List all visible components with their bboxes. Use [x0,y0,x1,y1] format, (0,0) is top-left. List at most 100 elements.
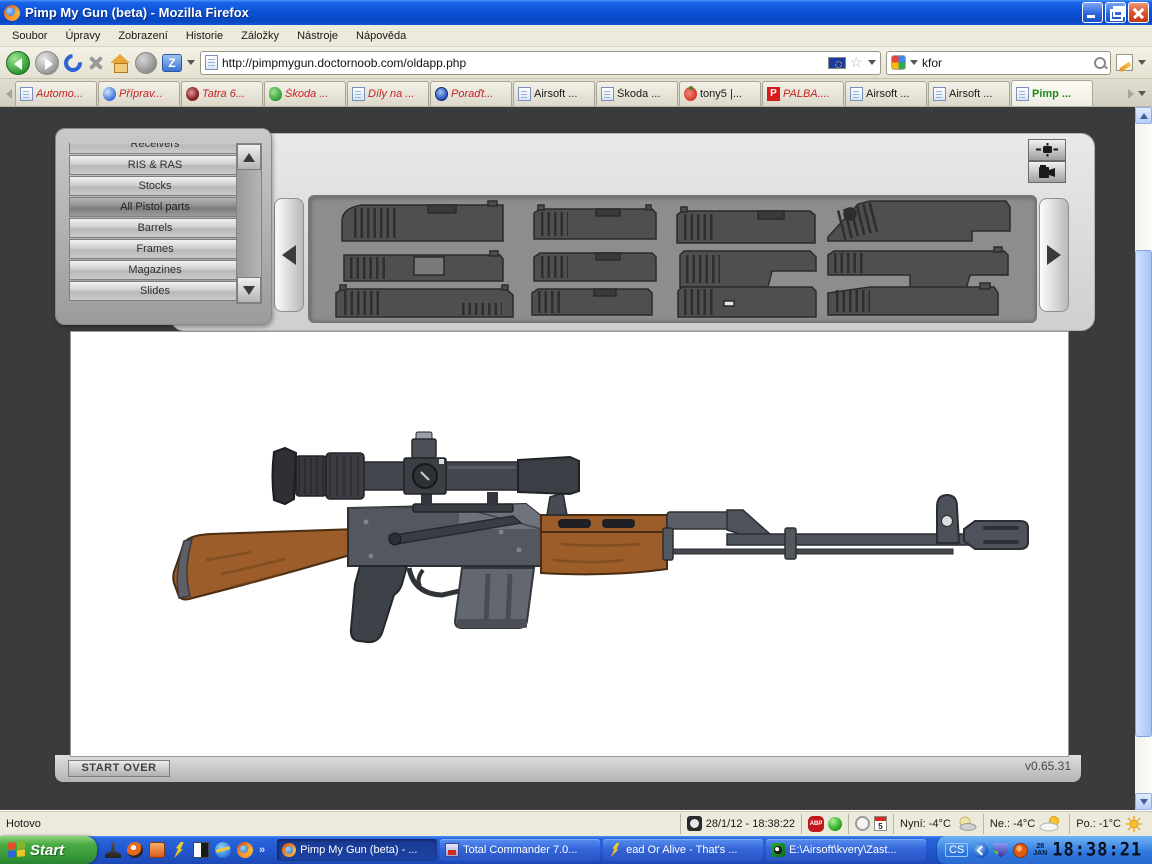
menu-nastroje[interactable]: Nástroje [289,27,346,45]
status-green-icon[interactable] [828,817,842,831]
category-receivers[interactable]: Receivers [69,143,241,154]
minimize-button[interactable] [1082,2,1103,23]
part-thumb-slide[interactable] [678,287,816,317]
category-scroll-down-button[interactable] [237,277,261,303]
start-over-button[interactable]: START OVER [68,760,170,777]
firefox-quicklaunch-icon[interactable] [237,842,253,858]
menu-zalozky[interactable]: Záložky [233,27,287,45]
rifle-barrel[interactable] [663,510,973,560]
center-view-button[interactable] [1028,139,1066,161]
snapshot-button[interactable] [1028,161,1066,183]
part-thumb-slide[interactable] [534,205,656,239]
category-all-pistol-parts[interactable]: All Pistol parts [69,197,241,217]
weather-now[interactable]: Nyní: -4°C [893,814,983,834]
part-thumb-slide[interactable] [677,207,815,243]
tab-skoda-1[interactable]: Škoda ... [264,81,346,106]
part-thumb-slide[interactable] [534,253,656,281]
tab-automo[interactable]: Automo... [15,81,97,106]
taskbtn-irfanview[interactable]: E:\Airsoft\kvery\Zast... [766,839,926,861]
rifle-stock[interactable] [173,529,357,599]
category-stocks[interactable]: Stocks [69,176,241,196]
tool-icon[interactable] [105,842,121,858]
zotero-icon[interactable]: Z [162,54,182,72]
close-button[interactable] [1128,2,1149,23]
bookmark-star-icon[interactable] [850,56,864,70]
tab-tatra[interactable]: Tatra 6... [181,81,263,106]
extension-icon[interactable] [135,52,157,74]
quick-launch-overflow[interactable]: » [259,844,265,856]
tab-airsoft-3[interactable]: Airsoft ... [928,81,1010,106]
tab-airsoft-1[interactable]: Airsoft ... [513,81,595,106]
tray-blue-icon[interactable] [973,843,988,858]
search-input[interactable] [922,56,1090,70]
search-engine-dropdown-icon[interactable] [910,60,918,69]
weather-monday[interactable]: Po.: -1°C [1069,814,1149,834]
rifle-assembly[interactable] [71,332,1068,756]
rifle-scope[interactable] [273,432,580,512]
stop-button[interactable] [87,54,105,72]
part-thumb-slide[interactable] [828,201,1010,241]
tab-dily[interactable]: Díly na ... [347,81,429,106]
adblock-icon[interactable]: ABP [808,816,824,832]
tray-avast-icon[interactable] [1013,843,1028,858]
tab-poradte[interactable]: Poraďt... [430,81,512,106]
page-scrollbar[interactable] [1135,107,1152,810]
part-thumb-slide[interactable] [336,285,513,317]
parts-scroll-right-button[interactable] [1039,198,1069,312]
part-thumb-slide[interactable] [680,251,816,287]
rifle-receiver[interactable] [348,504,541,566]
part-thumb-slide[interactable] [532,289,652,315]
search-magnifier-icon[interactable] [1094,57,1106,69]
category-ris-ras[interactable]: RIS & RAS [69,155,241,175]
search-bar[interactable] [886,51,1111,75]
google-icon[interactable] [891,55,906,70]
part-thumb-slide[interactable] [828,283,998,315]
reload-button[interactable] [60,50,85,75]
timer-icon[interactable] [855,816,870,831]
restore-button[interactable] [1105,2,1126,23]
rifle-grip[interactable] [351,566,407,642]
statusbar-clock-panel[interactable]: 28/1/12 - 18:38:22 [680,814,801,834]
media-player-icon[interactable] [127,842,143,858]
category-slides[interactable]: Slides [69,281,241,301]
notepad-icon[interactable] [193,842,209,858]
menu-napoveda[interactable]: Nápověda [348,27,414,45]
scroll-up-button[interactable] [1135,107,1152,124]
scrollbar-thumb[interactable] [1135,250,1152,737]
notes-extension-icon[interactable] [1116,54,1133,71]
menu-zobrazeni[interactable]: Zobrazení [110,27,176,45]
tab-priprav[interactable]: Příprav... [98,81,180,106]
url-dropdown-icon[interactable] [868,60,876,69]
rifle-handguard[interactable] [541,493,667,574]
tray-shield-icon[interactable] [993,843,1008,858]
notes-dropdown-icon[interactable] [1138,60,1146,69]
menu-upravy[interactable]: Úpravy [57,27,108,45]
scroll-down-button[interactable] [1135,793,1152,810]
tab-list-dropdown-icon[interactable] [1138,91,1146,100]
home-button[interactable] [110,54,130,72]
category-frames[interactable]: Frames [69,239,241,259]
part-thumb-slide[interactable] [342,201,503,241]
internet-explorer-icon[interactable] [215,842,231,858]
category-magazines[interactable]: Magazines [69,260,241,280]
language-indicator[interactable]: CS [945,843,968,857]
tab-tony5[interactable]: tony5 |... [679,81,761,106]
back-button[interactable] [6,51,30,75]
tab-palba[interactable]: PPALBA.... [762,81,844,106]
url-bar[interactable] [200,51,881,75]
category-scroll-up-button[interactable] [237,144,261,170]
menu-historie[interactable]: Historie [178,27,231,45]
taskbtn-pimp-my-gun[interactable]: Pimp My Gun (beta) - ... [277,839,437,861]
winamp-icon[interactable] [171,842,187,858]
tab-pimp-active[interactable]: Pimp ... [1011,80,1093,106]
gun-canvas[interactable] [70,331,1069,757]
tray-clock[interactable]: 18:38:21 [1052,839,1142,861]
calendar-icon[interactable]: 5 [874,816,887,831]
rifle-magazine[interactable] [455,568,534,628]
parts-scroll-left-button[interactable] [274,198,304,312]
tab-airsoft-2[interactable]: Airsoft ... [845,81,927,106]
taskbtn-total-commander[interactable]: Total Commander 7.0... [440,839,600,861]
category-barrels[interactable]: Barrels [69,218,241,238]
orange-app-icon[interactable] [149,842,165,858]
weather-sunday[interactable]: Ne.: -4°C [983,814,1069,834]
